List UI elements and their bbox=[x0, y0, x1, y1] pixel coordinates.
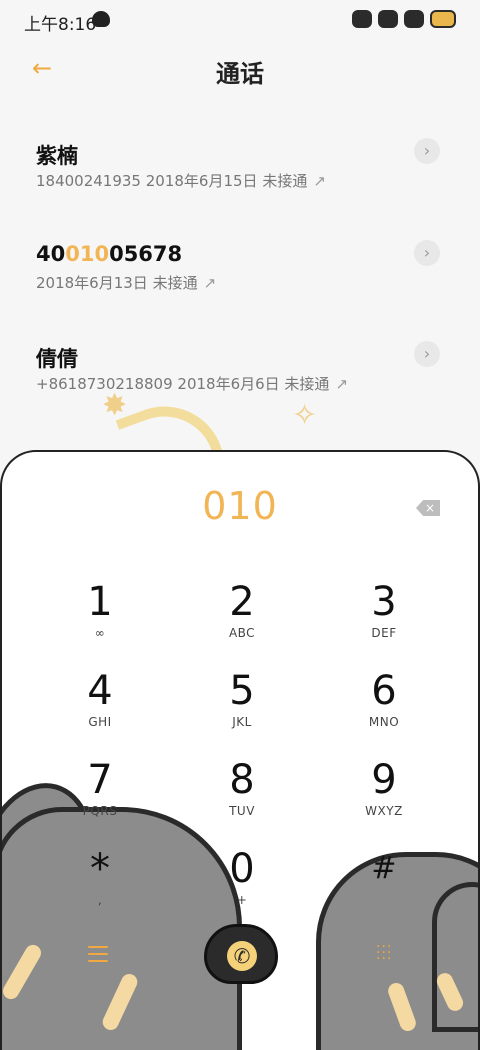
status-icons bbox=[352, 10, 456, 28]
chevron-right-icon[interactable]: › bbox=[414, 341, 440, 367]
contact-name: 4001005678 bbox=[36, 242, 183, 266]
dial-key-2[interactable]: 2 ABC bbox=[182, 580, 302, 660]
page-title: 通话 bbox=[216, 60, 264, 88]
dialpad-icon[interactable]: ··· ··· ··· bbox=[376, 940, 396, 966]
dial-key-hash[interactable]: # bbox=[324, 847, 444, 927]
chevron-right-icon[interactable]: › bbox=[414, 240, 440, 266]
dial-key-3[interactable]: 3 DEF bbox=[324, 580, 444, 660]
dial-key-6[interactable]: 6 MNO bbox=[324, 669, 444, 749]
signal-icon bbox=[378, 10, 398, 28]
dial-key-0[interactable]: 0 + bbox=[182, 847, 302, 927]
chevron-right-icon[interactable]: › bbox=[414, 138, 440, 164]
dialed-number: 010 bbox=[202, 484, 278, 528]
dial-key-7[interactable]: 7 PQRS bbox=[40, 758, 160, 838]
outgoing-call-arrow-icon: ↗ bbox=[203, 274, 217, 292]
call-button[interactable]: ✆ bbox=[204, 924, 278, 984]
dialpad-panel: 010 × 1 ∞ 2 ABC 3 DEF 4 GHI 5 JKL 6 MNO 7 PQRS … bbox=[0, 450, 480, 1050]
contact-name: 紫楠 bbox=[36, 144, 78, 168]
call-details: +8618730218809 2018年6月6日 未接通 ↗ bbox=[36, 375, 349, 393]
bluetooth-icon bbox=[352, 10, 372, 28]
outgoing-call-arrow-icon: ↗ bbox=[335, 375, 349, 393]
dial-key-4[interactable]: 4 GHI bbox=[40, 669, 160, 749]
dial-key-1[interactable]: 1 ∞ bbox=[40, 580, 160, 660]
battery-icon bbox=[430, 10, 456, 28]
status-bar: 上午8:16 bbox=[0, 0, 480, 40]
dial-key-8[interactable]: 8 TUV bbox=[182, 758, 302, 838]
call-details: 2018年6月13日 未接通 ↗ bbox=[36, 274, 217, 292]
call-details: 18400241935 2018年6月15日 未接通 ↗ bbox=[36, 172, 326, 190]
contact-name: 倩倩 bbox=[36, 347, 78, 371]
wifi-icon bbox=[404, 10, 424, 28]
call-log-item[interactable]: 4001005678 2018年6月13日 未接通 ↗ › bbox=[0, 240, 480, 322]
voicemail-icon: ∞ bbox=[94, 626, 106, 640]
call-log-item[interactable]: 紫楠 18400241935 2018年6月15日 未接通 ↗ › bbox=[0, 138, 480, 220]
call-log-item[interactable]: 倩倩 +8618730218809 2018年6月6日 未接通 ↗ › bbox=[0, 341, 480, 423]
menu-icon[interactable] bbox=[88, 946, 108, 962]
star-outline-decoration-icon: ✧ bbox=[292, 398, 318, 433]
matched-digits: 010 bbox=[65, 242, 110, 266]
phone-handset-icon: ✆ bbox=[227, 941, 257, 971]
dial-key-9[interactable]: 9 WXYZ bbox=[324, 758, 444, 838]
cat-status-icon bbox=[92, 11, 110, 27]
outgoing-call-arrow-icon: ↗ bbox=[313, 172, 326, 190]
status-time: 上午8:16 bbox=[24, 15, 97, 35]
dial-key-star[interactable]: *, bbox=[40, 847, 160, 927]
dial-key-5[interactable]: 5 JKL bbox=[182, 669, 302, 749]
top-bar: ← 通话 bbox=[0, 44, 480, 94]
